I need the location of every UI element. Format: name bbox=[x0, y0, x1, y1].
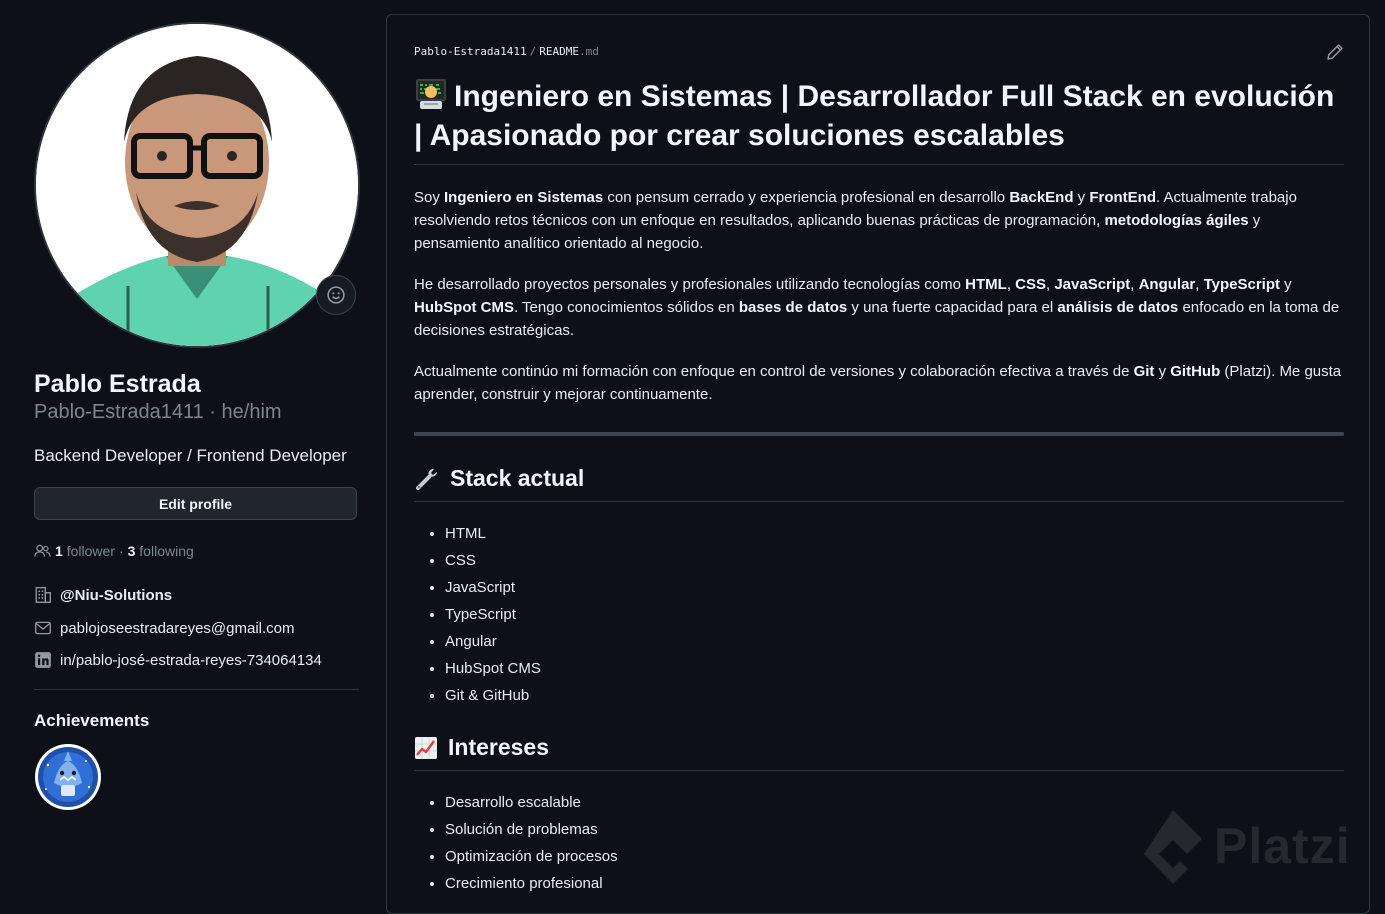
interests-heading: Intereses bbox=[414, 734, 1344, 771]
following-count: 3 bbox=[127, 543, 136, 559]
chart-increasing-emoji bbox=[415, 736, 437, 759]
avatar-container bbox=[34, 22, 360, 348]
bold-text: Ingeniero en Sistemas bbox=[444, 189, 604, 206]
profile-login-pronouns: Pablo-Estrada1411 · he/him bbox=[34, 401, 282, 423]
set-status-button[interactable] bbox=[316, 275, 356, 315]
text: y bbox=[1154, 363, 1171, 380]
breadcrumb-extension: .md bbox=[578, 45, 599, 58]
breadcrumb-separator: / bbox=[529, 45, 537, 58]
bold-text: TypeScript bbox=[1203, 276, 1280, 293]
followers-label: follower bbox=[66, 543, 115, 559]
bold-text: FrontEnd bbox=[1089, 189, 1157, 206]
edit-profile-button[interactable]: Edit profile bbox=[34, 487, 357, 520]
text: , bbox=[1195, 276, 1204, 293]
pencil-icon bbox=[1327, 44, 1343, 60]
readme-breadcrumb: Pablo-Estrada1411/README.md bbox=[414, 45, 599, 58]
following-link[interactable]: 3 following bbox=[128, 543, 194, 559]
linkedin-row: in/pablo-josé-estrada-reyes-734064134 bbox=[34, 651, 322, 669]
achievement-badge[interactable] bbox=[34, 743, 102, 811]
breadcrumb-owner[interactable]: Pablo-Estrada1411 bbox=[414, 45, 527, 58]
list-item: HubSpot CMS bbox=[445, 655, 1344, 682]
email-row: pablojoseestradareyes@gmail.com bbox=[34, 619, 295, 637]
follow-stats: 1 follower · 3 following bbox=[34, 543, 194, 559]
breadcrumb-file[interactable]: README bbox=[539, 45, 579, 58]
bold-text: HubSpot CMS bbox=[414, 299, 514, 316]
bold-text: Angular bbox=[1138, 276, 1196, 293]
avatar[interactable] bbox=[34, 22, 360, 348]
text: . Tengo conocimientos sólidos en bbox=[513, 299, 739, 316]
bold-text: HTML bbox=[965, 276, 1007, 293]
bold-text: análisis de datos bbox=[1057, 299, 1179, 316]
profile-name: Pablo Estrada bbox=[34, 370, 201, 398]
list-item: Angular bbox=[445, 628, 1344, 655]
bold-text: bases de datos bbox=[738, 299, 848, 316]
bold-text: Git bbox=[1133, 363, 1155, 380]
platzi-watermark: Platzi bbox=[1140, 806, 1351, 886]
platzi-watermark-text: Platzi bbox=[1214, 818, 1351, 874]
readme-title-text: Ingeniero en Sistemas | Desarrollador Fu… bbox=[414, 80, 1335, 152]
readme-paragraph-2: He desarrollado proyectos personales y p… bbox=[414, 273, 1344, 342]
sidebar-divider bbox=[34, 689, 359, 690]
organization-link[interactable]: @Niu-Solutions bbox=[60, 587, 172, 604]
list-item: HTML bbox=[445, 520, 1344, 547]
text: , bbox=[1006, 276, 1016, 293]
text: con pensum cerrado y experiencia profesi… bbox=[603, 189, 1010, 206]
organization-icon bbox=[35, 587, 51, 603]
text: y bbox=[1073, 189, 1090, 206]
following-label: following bbox=[139, 543, 194, 559]
readme-content: Ingeniero en Sistemas | Desarrollador Fu… bbox=[414, 77, 1344, 897]
linkedin-icon bbox=[35, 652, 51, 668]
technologist-emoji bbox=[416, 79, 446, 109]
platzi-logo-icon bbox=[1144, 810, 1202, 884]
organization-row: @Niu-Solutions bbox=[34, 586, 172, 604]
shark-badge-icon bbox=[35, 744, 101, 810]
linkedin-link[interactable]: in/pablo-josé-estrada-reyes-734064134 bbox=[60, 652, 322, 669]
bold-text: GitHub bbox=[1170, 363, 1221, 380]
wrench-emoji bbox=[416, 468, 437, 490]
text: He desarrollado proyectos personales y p… bbox=[414, 276, 966, 293]
list-item: CSS bbox=[445, 547, 1344, 574]
horizontal-rule bbox=[414, 432, 1344, 436]
text: y una fuerte capacidad para el bbox=[847, 299, 1058, 316]
stack-heading: Stack actual bbox=[414, 465, 1344, 502]
mail-icon bbox=[35, 621, 51, 635]
edit-readme-button[interactable] bbox=[1326, 43, 1344, 66]
stack-list: HTML CSS JavaScript TypeScript Angular H… bbox=[414, 520, 1344, 709]
people-icon bbox=[34, 544, 51, 557]
followers-link[interactable]: 1 follower bbox=[55, 543, 115, 559]
smiley-icon bbox=[327, 286, 345, 304]
list-item: JavaScript bbox=[445, 574, 1344, 601]
list-item: TypeScript bbox=[445, 601, 1344, 628]
list-item: Git & GitHub bbox=[445, 682, 1344, 709]
text: y bbox=[1280, 276, 1292, 293]
readme-paragraph-1: Soy Ingeniero en Sistemas con pensum cer… bbox=[414, 186, 1344, 255]
bold-text: metodologías ágiles bbox=[1104, 212, 1249, 229]
achievements-title[interactable]: Achievements bbox=[34, 711, 149, 731]
readme-title: Ingeniero en Sistemas | Desarrollador Fu… bbox=[414, 77, 1344, 165]
interests-heading-text: Intereses bbox=[448, 734, 550, 760]
text: , bbox=[1130, 276, 1139, 293]
text: Soy bbox=[414, 189, 445, 206]
email-link[interactable]: pablojoseestradareyes@gmail.com bbox=[60, 620, 295, 637]
profile-bio: Backend Developer / Frontend Developer bbox=[34, 446, 347, 465]
followers-count: 1 bbox=[55, 543, 63, 559]
stack-heading-text: Stack actual bbox=[450, 465, 585, 491]
avatar-photo bbox=[36, 24, 358, 346]
readme-card: Pablo-Estrada1411/README.md Ingeniero en… bbox=[386, 14, 1370, 914]
bold-text: BackEnd bbox=[1009, 189, 1074, 206]
readme-paragraph-3: Actualmente continúo mi formación con en… bbox=[414, 360, 1344, 406]
follow-separator: · bbox=[118, 543, 124, 559]
text: Actualmente continúo mi formación con en… bbox=[414, 363, 1134, 380]
bold-text: CSS bbox=[1015, 276, 1046, 293]
bold-text: JavaScript bbox=[1054, 276, 1131, 293]
